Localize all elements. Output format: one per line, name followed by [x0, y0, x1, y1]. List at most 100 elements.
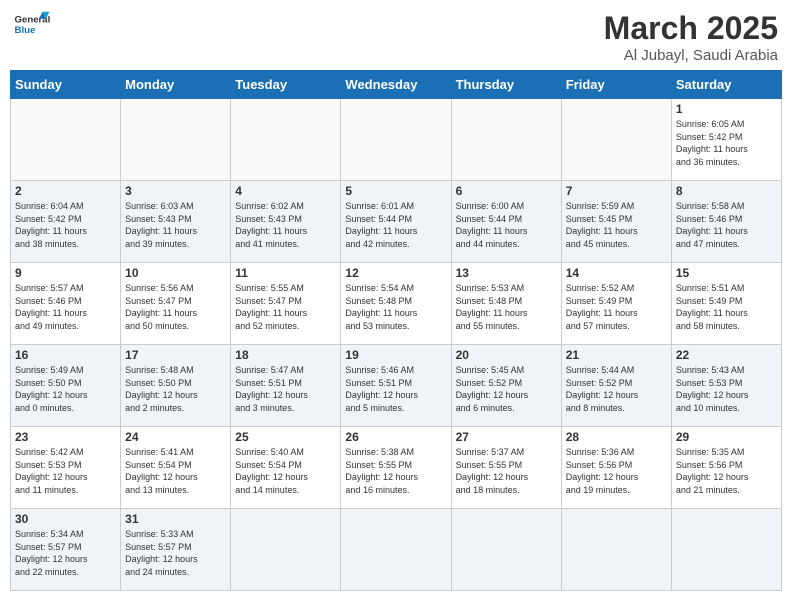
day-info: Sunrise: 5:38 AM Sunset: 5:55 PM Dayligh… [345, 446, 446, 496]
day-info: Sunrise: 5:48 AM Sunset: 5:50 PM Dayligh… [125, 364, 226, 414]
day-number: 18 [235, 348, 336, 362]
calendar-cell [11, 99, 121, 181]
page-header: General Blue March 2025 Al Jubayl, Saudi… [10, 10, 782, 64]
calendar-cell [341, 99, 451, 181]
day-info: Sunrise: 5:45 AM Sunset: 5:52 PM Dayligh… [456, 364, 557, 414]
calendar-cell: 6Sunrise: 6:00 AM Sunset: 5:44 PM Daylig… [451, 181, 561, 263]
day-info: Sunrise: 5:58 AM Sunset: 5:46 PM Dayligh… [676, 200, 777, 250]
day-info: Sunrise: 6:00 AM Sunset: 5:44 PM Dayligh… [456, 200, 557, 250]
day-number: 1 [676, 102, 777, 116]
calendar-cell: 23Sunrise: 5:42 AM Sunset: 5:53 PM Dayli… [11, 427, 121, 509]
calendar-cell: 21 Sunrise: 5:44 AM Sunset: 5:52 PM Dayli… [561, 345, 671, 427]
day-info: Sunrise: 5:47 AM Sunset: 5:51 PM Dayligh… [235, 364, 336, 414]
day-number: 24 [125, 430, 226, 444]
header-day-tuesday: Tuesday [231, 71, 341, 99]
day-info: Sunrise: 5:52 AM Sunset: 5:49 PM Dayligh… [566, 282, 667, 332]
day-info: Sunrise: 5:49 AM Sunset: 5:50 PM Dayligh… [15, 364, 116, 414]
calendar-week-row: 23Sunrise: 5:42 AM Sunset: 5:53 PM Dayli… [11, 427, 782, 509]
day-info: Sunrise: 6:05 AM Sunset: 5:42 PM Dayligh… [676, 118, 777, 168]
calendar-cell: 25 Sunrise: 5:40 AM Sunset: 5:54 PM Dayli… [231, 427, 341, 509]
day-info: Sunrise: 5:44 AM Sunset: 5:52 PM Dayligh… [566, 364, 667, 414]
day-info: Sunrise: 5:33 AM Sunset: 5:57 PM Dayligh… [125, 528, 226, 578]
day-info: Sunrise: 5:41 AM Sunset: 5:54 PM Dayligh… [125, 446, 226, 496]
day-info: Sunrise: 5:36 AM Sunset: 5:56 PM Dayligh… [566, 446, 667, 496]
day-info: Sunrise: 5:59 AM Sunset: 5:45 PM Dayligh… [566, 200, 667, 250]
calendar-cell: 29Sunrise: 5:35 AM Sunset: 5:56 PM Dayli… [671, 427, 781, 509]
day-info: Sunrise: 6:02 AM Sunset: 5:43 PM Dayligh… [235, 200, 336, 250]
calendar-cell: 7 Sunrise: 5:59 AM Sunset: 5:45 PM Daylig… [561, 181, 671, 263]
day-number: 31 [125, 512, 226, 526]
calendar-cell: 3Sunrise: 6:03 AM Sunset: 5:43 PM Daylig… [121, 181, 231, 263]
header-day-thursday: Thursday [451, 71, 561, 99]
day-number: 26 [345, 430, 446, 444]
header-day-monday: Monday [121, 71, 231, 99]
header-day-wednesday: Wednesday [341, 71, 451, 99]
day-number: 8 [676, 184, 777, 198]
day-info: Sunrise: 5:53 AM Sunset: 5:48 PM Dayligh… [456, 282, 557, 332]
calendar-cell: 31 Sunrise: 5:33 AM Sunset: 5:57 PM Dayli… [121, 509, 231, 591]
calendar-cell: 12Sunrise: 5:54 AM Sunset: 5:48 PM Dayli… [341, 263, 451, 345]
calendar-header: SundayMondayTuesdayWednesdayThursdayFrid… [11, 71, 782, 99]
day-number: 17 [125, 348, 226, 362]
calendar-cell: 20Sunrise: 5:45 AM Sunset: 5:52 PM Dayli… [451, 345, 561, 427]
svg-text:Blue: Blue [15, 25, 36, 36]
header-day-friday: Friday [561, 71, 671, 99]
calendar-cell [561, 509, 671, 591]
day-number: 3 [125, 184, 226, 198]
logo: General Blue [14, 10, 50, 38]
calendar-cell: 27 Sunrise: 5:37 AM Sunset: 5:55 PM Dayli… [451, 427, 561, 509]
day-info: Sunrise: 5:35 AM Sunset: 5:56 PM Dayligh… [676, 446, 777, 496]
day-info: Sunrise: 5:56 AM Sunset: 5:47 PM Dayligh… [125, 282, 226, 332]
title-block: March 2025 Al Jubayl, Saudi Arabia [604, 10, 778, 64]
location-subtitle: Al Jubayl, Saudi Arabia [604, 47, 778, 64]
day-number: 2 [15, 184, 116, 198]
day-number: 27 [456, 430, 557, 444]
day-number: 21 [566, 348, 667, 362]
day-number: 11 [235, 266, 336, 280]
day-number: 7 [566, 184, 667, 198]
calendar-cell: 2 Sunrise: 6:04 AM Sunset: 5:42 PM Daylig… [11, 181, 121, 263]
header-day-sunday: Sunday [11, 71, 121, 99]
day-info: Sunrise: 5:42 AM Sunset: 5:53 PM Dayligh… [15, 446, 116, 496]
calendar-cell: 10 Sunrise: 5:56 AM Sunset: 5:47 PM Dayli… [121, 263, 231, 345]
calendar-cell [341, 509, 451, 591]
calendar-cell: 5Sunrise: 6:01 AM Sunset: 5:44 PM Daylig… [341, 181, 451, 263]
calendar-body: 1 Sunrise: 6:05 AM Sunset: 5:42 PM Daylig… [11, 99, 782, 591]
calendar-cell [231, 509, 341, 591]
calendar-cell: 9Sunrise: 5:57 AM Sunset: 5:46 PM Daylig… [11, 263, 121, 345]
day-info: Sunrise: 5:37 AM Sunset: 5:55 PM Dayligh… [456, 446, 557, 496]
day-info: Sunrise: 5:55 AM Sunset: 5:47 PM Dayligh… [235, 282, 336, 332]
day-number: 10 [125, 266, 226, 280]
generalblue-logo-icon: General Blue [14, 10, 50, 38]
day-number: 16 [15, 348, 116, 362]
day-info: Sunrise: 5:57 AM Sunset: 5:46 PM Dayligh… [15, 282, 116, 332]
calendar-cell [121, 99, 231, 181]
day-info: Sunrise: 6:01 AM Sunset: 5:44 PM Dayligh… [345, 200, 446, 250]
calendar-cell [231, 99, 341, 181]
month-title: March 2025 [604, 10, 778, 47]
calendar-cell: 26 Sunrise: 5:38 AM Sunset: 5:55 PM Dayli… [341, 427, 451, 509]
calendar-cell: 17 Sunrise: 5:48 AM Sunset: 5:50 PM Dayli… [121, 345, 231, 427]
calendar-cell: 13 Sunrise: 5:53 AM Sunset: 5:48 PM Dayli… [451, 263, 561, 345]
day-number: 13 [456, 266, 557, 280]
calendar-cell: 28 Sunrise: 5:36 AM Sunset: 5:56 PM Dayli… [561, 427, 671, 509]
calendar-cell: 18 Sunrise: 5:47 AM Sunset: 5:51 PM Dayli… [231, 345, 341, 427]
day-info: Sunrise: 5:43 AM Sunset: 5:53 PM Dayligh… [676, 364, 777, 414]
day-number: 4 [235, 184, 336, 198]
calendar-cell: 30Sunrise: 5:34 AM Sunset: 5:57 PM Dayli… [11, 509, 121, 591]
calendar-cell: 22Sunrise: 5:43 AM Sunset: 5:53 PM Dayli… [671, 345, 781, 427]
calendar-cell [451, 509, 561, 591]
day-info: Sunrise: 5:54 AM Sunset: 5:48 PM Dayligh… [345, 282, 446, 332]
day-number: 15 [676, 266, 777, 280]
day-number: 25 [235, 430, 336, 444]
day-info: Sunrise: 5:34 AM Sunset: 5:57 PM Dayligh… [15, 528, 116, 578]
day-info: Sunrise: 5:40 AM Sunset: 5:54 PM Dayligh… [235, 446, 336, 496]
calendar-cell [451, 99, 561, 181]
calendar-week-row: 30Sunrise: 5:34 AM Sunset: 5:57 PM Dayli… [11, 509, 782, 591]
day-number: 28 [566, 430, 667, 444]
calendar-week-row: 1 Sunrise: 6:05 AM Sunset: 5:42 PM Daylig… [11, 99, 782, 181]
calendar-cell: 19Sunrise: 5:46 AM Sunset: 5:51 PM Dayli… [341, 345, 451, 427]
day-info: Sunrise: 5:51 AM Sunset: 5:49 PM Dayligh… [676, 282, 777, 332]
calendar-cell: 8 Sunrise: 5:58 AM Sunset: 5:46 PM Daylig… [671, 181, 781, 263]
day-info: Sunrise: 6:04 AM Sunset: 5:42 PM Dayligh… [15, 200, 116, 250]
